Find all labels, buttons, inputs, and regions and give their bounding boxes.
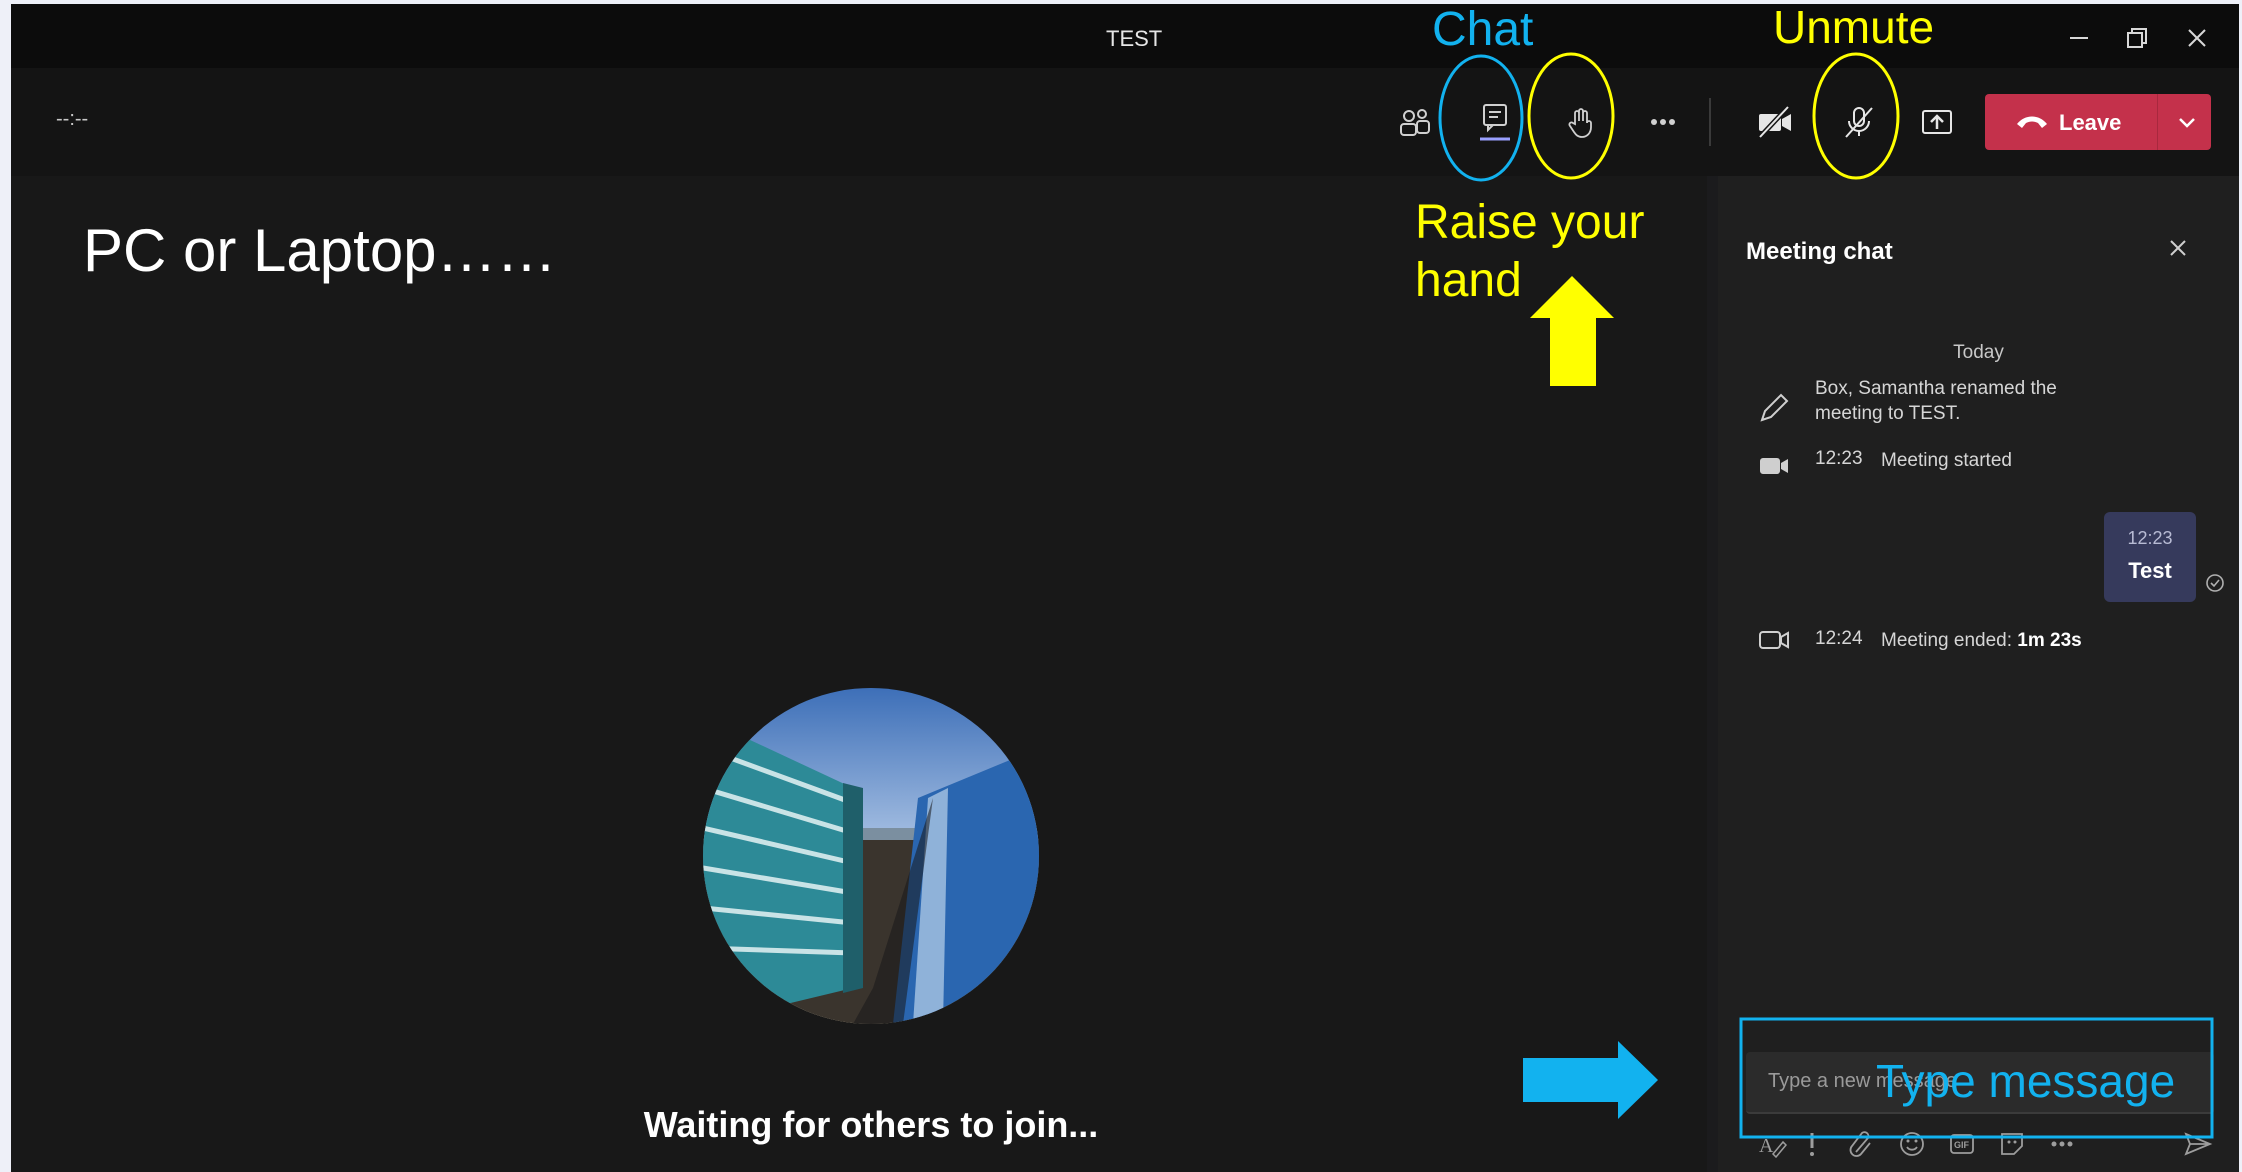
yellow-up-arrow <box>1530 276 1614 386</box>
unmute-highlight-ring <box>1812 52 1900 180</box>
blue-right-arrow <box>1523 1041 1658 1119</box>
annotation-overlay <box>1438 52 2214 1139</box>
chat-highlight-ring <box>1438 54 1524 182</box>
raise-hand-highlight-ring <box>1527 52 1615 180</box>
type-message-annotation-label: Type message <box>1876 1055 2176 1107</box>
